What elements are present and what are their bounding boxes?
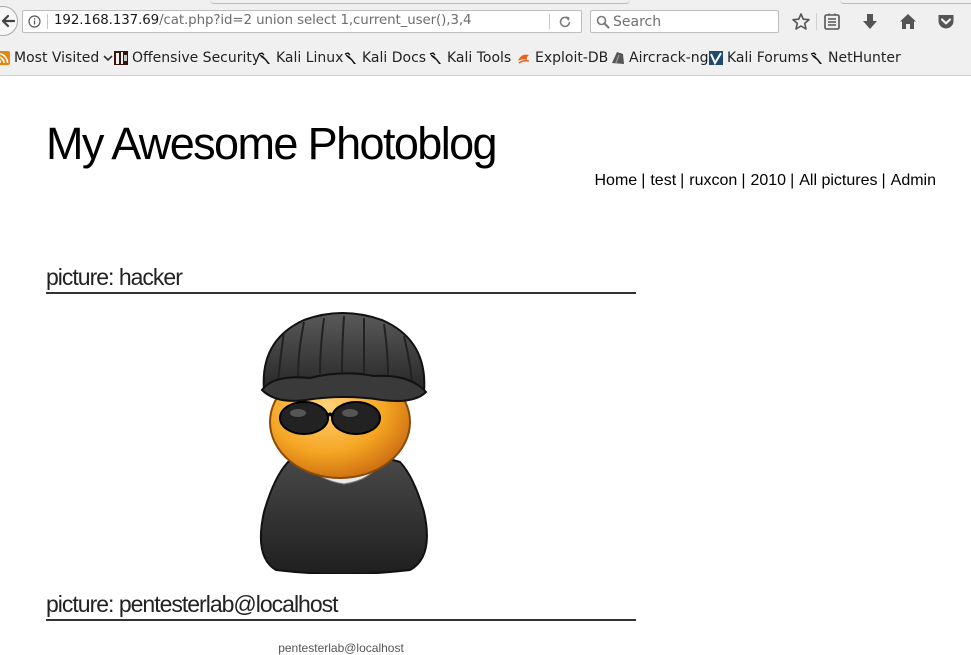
feed-icon: [0, 51, 10, 65]
url-path: /cat.php?id=2 union select 1,current_use…: [159, 13, 472, 28]
back-button[interactable]: [0, 6, 18, 36]
reading-list-icon[interactable]: [821, 11, 843, 33]
picture-heading: picture: hacker: [46, 264, 636, 294]
nav-separator: |: [741, 172, 746, 189]
bookmark-label: Offensive Security: [132, 50, 261, 66]
search-bar[interactable]: [590, 10, 779, 33]
chevron-down-icon: [103, 55, 113, 62]
bookmark-kali-docs[interactable]: Kali Docs: [344, 48, 426, 68]
home-icon[interactable]: [897, 11, 919, 33]
bookmark-kali-linux[interactable]: Kali Linux: [258, 48, 343, 68]
url-text[interactable]: 192.168.137.69/cat.php?id=2 union select…: [54, 13, 472, 28]
back-arrow-icon: [1, 14, 15, 28]
offsec-icon: [114, 51, 128, 65]
reload-icon[interactable]: [558, 15, 572, 29]
bookmarks-toolbar: Most Visited Offensive Security Kali Lin…: [0, 46, 971, 70]
kali-dragon-icon: [258, 52, 270, 64]
nav-link-ruxcon[interactable]: ruxcon: [689, 172, 737, 189]
bookmark-label: NetHunter: [828, 50, 901, 66]
kali-dragon-icon: [810, 52, 822, 64]
kali-dragon-icon: [429, 52, 441, 64]
aircrack-icon: [612, 52, 624, 64]
kali-dragon-icon: [344, 52, 356, 64]
nav-link-all-pictures[interactable]: All pictures: [799, 172, 877, 189]
pocket-icon[interactable]: [935, 11, 957, 33]
nav-link-2010[interactable]: 2010: [750, 172, 786, 189]
browser-chrome: 192.168.137.69/cat.php?id=2 union select…: [0, 0, 971, 76]
bookmark-label: Most Visited: [14, 50, 100, 66]
search-input[interactable]: [613, 12, 773, 31]
download-icon[interactable]: [859, 11, 881, 33]
kali-forums-icon: [709, 51, 723, 65]
page-content: My Awesome Photoblog Home | test | ruxcon | 20…: [0, 76, 971, 655]
nav-link-home[interactable]: Home: [595, 172, 638, 189]
bookmark-offensive-security[interactable]: Offensive Security: [114, 48, 260, 68]
bookmark-kali-tools[interactable]: Kali Tools: [429, 48, 511, 68]
bookmark-label: Kali Forums: [727, 50, 809, 66]
bookmark-nethunter[interactable]: NetHunter: [810, 48, 901, 68]
bookmark-label: Aircrack-ng: [629, 50, 709, 66]
nav-link-test[interactable]: test: [650, 172, 676, 189]
tab-edge: [840, 0, 971, 4]
site-title: My Awesome Photoblog: [46, 118, 498, 169]
nav-separator: |: [641, 172, 646, 189]
exploit-db-icon: [518, 54, 530, 64]
tab-edge: [210, 0, 630, 4]
bookmark-label: Kali Tools: [447, 50, 512, 66]
site-nav: Home | test | ruxcon | 2010 | All pictures | Admin: [595, 172, 937, 190]
reload-separator: [549, 14, 550, 29]
star-icon[interactable]: [790, 11, 812, 33]
picture-caption: pentesterlab@localhost: [278, 641, 404, 655]
nav-separator: |: [790, 172, 795, 189]
info-icon[interactable]: [28, 15, 41, 28]
bookmark-most-visited[interactable]: Most Visited: [0, 48, 114, 68]
hacker-avatar-image[interactable]: [254, 312, 432, 574]
nav-link-admin[interactable]: Admin: [891, 172, 936, 189]
bookmark-label: Exploit-DB: [535, 50, 609, 66]
bookmark-label: Kali Linux: [276, 50, 344, 66]
nav-separator: |: [881, 172, 886, 189]
bookmark-exploit-db[interactable]: Exploit-DB: [517, 48, 608, 68]
url-separator: [47, 14, 48, 29]
bookmark-kali-forums[interactable]: Kali Forums: [709, 48, 808, 68]
nav-separator: |: [680, 172, 685, 189]
bookmark-aircrack-ng[interactable]: Aircrack-ng: [611, 48, 709, 68]
search-icon: [596, 15, 610, 29]
bookmark-label: Kali Docs: [362, 50, 427, 66]
url-bar[interactable]: 192.168.137.69/cat.php?id=2 union select…: [22, 10, 582, 33]
url-host: 192.168.137.69: [54, 13, 160, 28]
toolbar-separator: [816, 13, 817, 30]
picture-heading: picture: pentesterlab@localhost: [46, 591, 636, 621]
